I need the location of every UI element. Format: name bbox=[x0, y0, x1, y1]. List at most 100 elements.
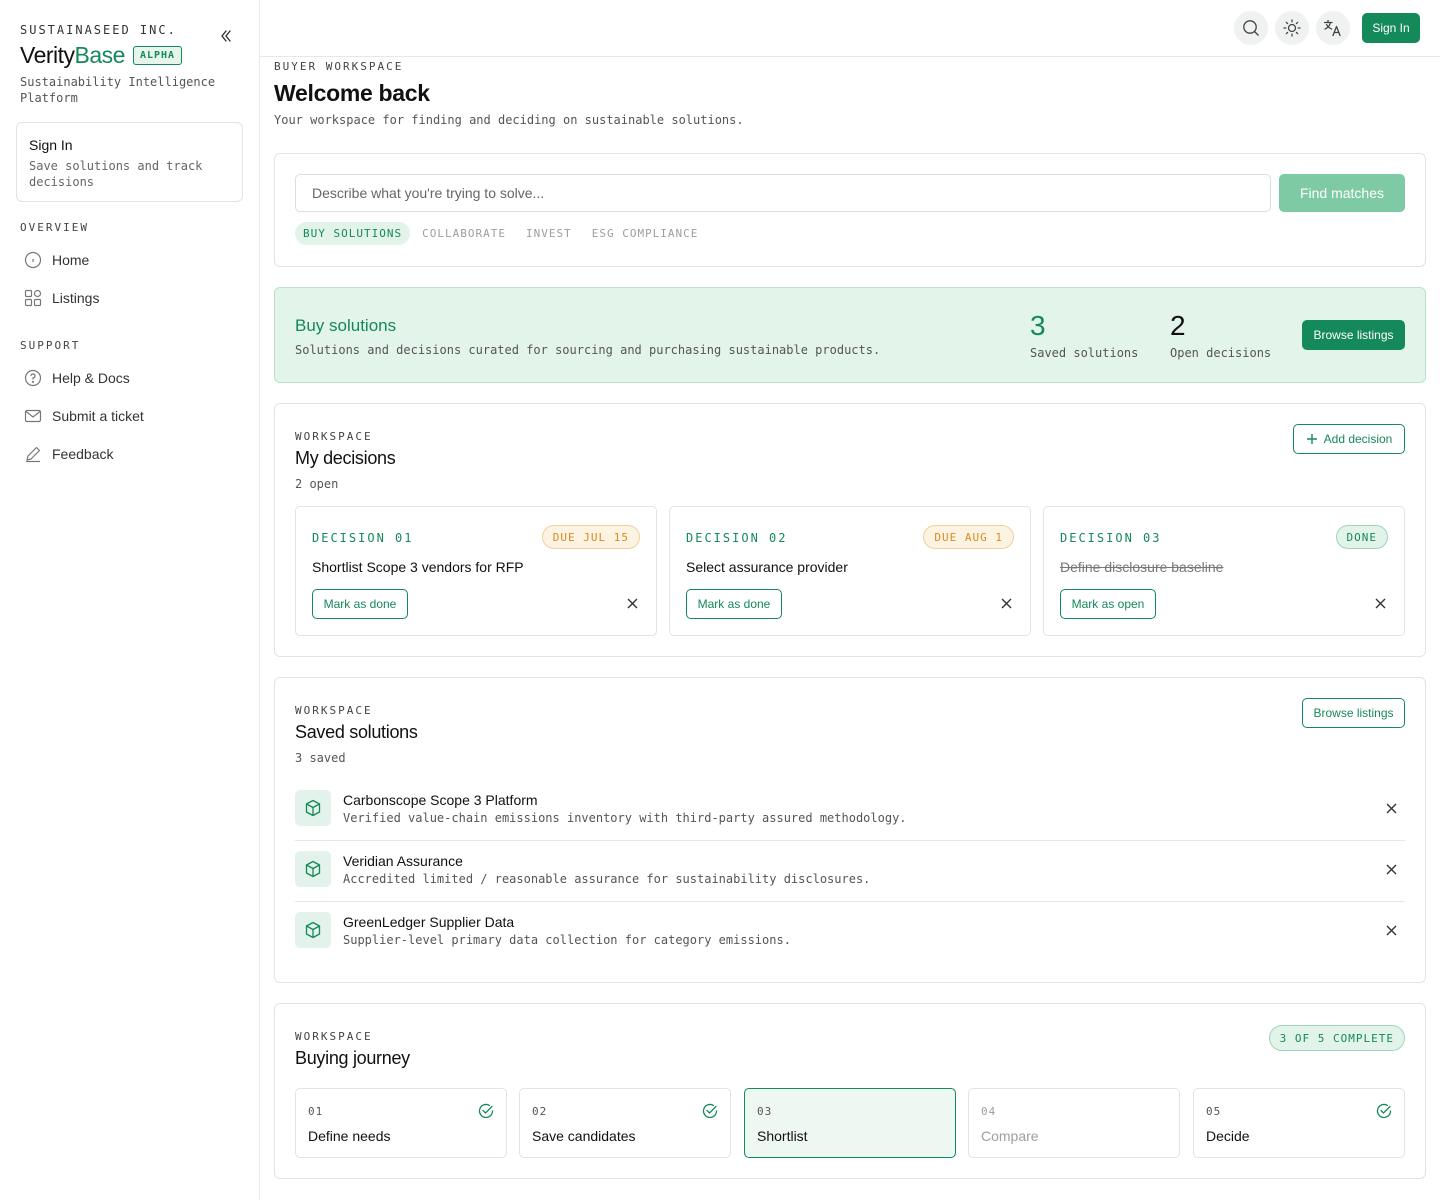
sidebar-item-home[interactable]: Home bbox=[24, 248, 89, 272]
journey-step[interactable]: 05 Decide bbox=[1193, 1088, 1405, 1158]
step-label: Define needs bbox=[308, 1128, 391, 1144]
decisions-card: WORKSPACE My decisions 2 open Add decisi… bbox=[274, 403, 1426, 657]
language-button[interactable] bbox=[1316, 11, 1350, 45]
tab-buy-solutions[interactable]: BUY SOLUTIONS bbox=[295, 222, 411, 245]
theme-toggle-button[interactable] bbox=[1275, 11, 1309, 45]
sidebar-item-label: Submit a ticket bbox=[52, 408, 144, 424]
signin-button[interactable]: Sign In bbox=[1362, 13, 1420, 43]
tab-esg-compliance[interactable]: ESG COMPLIANCE bbox=[584, 222, 707, 245]
step-number: 03 bbox=[757, 1105, 773, 1118]
sidebar-item-help[interactable]: Help & Docs bbox=[24, 366, 130, 390]
step-label: Shortlist bbox=[757, 1128, 808, 1144]
brand-logo: VerityBase bbox=[20, 42, 125, 69]
step-label: Save candidates bbox=[532, 1128, 636, 1144]
remove-decision-button[interactable] bbox=[1372, 595, 1388, 611]
find-matches-button[interactable]: Find matches bbox=[1279, 174, 1405, 212]
page-title: Welcome back bbox=[274, 80, 430, 106]
close-icon bbox=[1001, 598, 1011, 608]
section-title: My decisions bbox=[295, 448, 396, 468]
banner-subtitle: Solutions and decisions curated for sour… bbox=[295, 343, 881, 357]
list-item[interactable]: GreenLedger Supplier Data Supplier-level… bbox=[295, 902, 1405, 963]
list-item[interactable]: Veridian Assurance Accredited limited / … bbox=[295, 841, 1405, 902]
solution-name: Carbonscope Scope 3 Platform bbox=[343, 792, 538, 808]
decisions-count: 2 open bbox=[295, 477, 339, 491]
stat-label: Saved solutions bbox=[1030, 346, 1139, 360]
browse-listings-button[interactable]: Browse listings bbox=[1302, 320, 1405, 350]
remove-decision-button[interactable] bbox=[998, 595, 1014, 611]
signin-card-description: Save solutions and track decisions bbox=[29, 159, 203, 189]
status-badge: DUE AUG 1 bbox=[923, 525, 1014, 549]
browse-listings-button[interactable]: Browse listings bbox=[1302, 698, 1405, 728]
journey-step[interactable]: 04 Compare bbox=[968, 1088, 1180, 1158]
status-badge: DONE bbox=[1335, 525, 1388, 549]
journey-step[interactable]: 01 Define needs bbox=[295, 1088, 507, 1158]
brand-name-part2: Base bbox=[74, 42, 126, 68]
sidebar-item-submit-ticket[interactable]: Submit a ticket bbox=[24, 404, 144, 428]
stat-label: Open decisions bbox=[1170, 346, 1272, 360]
search-button[interactable] bbox=[1234, 11, 1268, 45]
decision-number: DECISION 02 bbox=[686, 531, 788, 545]
brand[interactable]: VerityBase ALPHA bbox=[20, 42, 183, 69]
remove-solution-button[interactable] bbox=[1383, 922, 1399, 938]
step-number: 05 bbox=[1206, 1105, 1222, 1118]
decision-number: DECISION 01 bbox=[312, 531, 414, 545]
list-item[interactable]: Carbonscope Scope 3 Platform Verified va… bbox=[295, 780, 1405, 841]
journey-step[interactable]: 02 Save candidates bbox=[519, 1088, 731, 1158]
solution-name: Veridian Assurance bbox=[343, 853, 463, 869]
add-decision-label: Add decision bbox=[1323, 432, 1393, 446]
step-label: Compare bbox=[981, 1128, 1039, 1144]
plus-icon bbox=[1306, 434, 1317, 444]
section-title: Saved solutions bbox=[295, 722, 418, 742]
close-icon bbox=[627, 598, 637, 608]
remove-solution-button[interactable] bbox=[1383, 861, 1399, 877]
mark-as-open-button[interactable]: Mark as open bbox=[1060, 589, 1156, 619]
help-icon bbox=[24, 369, 42, 387]
close-icon bbox=[1386, 864, 1396, 874]
home-icon bbox=[24, 251, 42, 269]
translate-icon bbox=[1323, 19, 1341, 37]
stat-saved-solutions: 3 Saved solutions bbox=[1030, 310, 1138, 360]
section-eyebrow: WORKSPACE bbox=[295, 704, 373, 717]
sidebar: SUSTAINASEED INC. VerityBase ALPHA Susta… bbox=[0, 0, 260, 1200]
stat-value: 3 bbox=[1030, 310, 1046, 341]
solution-description: Accredited limited / reasonable assuranc… bbox=[343, 872, 871, 886]
tab-invest[interactable]: INVEST bbox=[518, 222, 580, 245]
mark-as-done-button[interactable]: Mark as done bbox=[312, 589, 408, 619]
sidebar-item-listings[interactable]: Listings bbox=[24, 286, 99, 310]
sidebar-item-feedback[interactable]: Feedback bbox=[24, 442, 113, 466]
step-label: Decide bbox=[1206, 1128, 1250, 1144]
decision-number: DECISION 03 bbox=[1060, 531, 1162, 545]
stat-open-decisions: 2 Open decisions bbox=[1170, 310, 1271, 360]
sidebar-signin-card[interactable]: Sign In Save solutions and track decisio… bbox=[16, 122, 243, 202]
mail-icon bbox=[24, 407, 42, 425]
status-badge: DUE JUL 15 bbox=[541, 525, 640, 549]
check-circle-icon bbox=[1376, 1103, 1392, 1119]
section-eyebrow: WORKSPACE bbox=[295, 1030, 373, 1043]
search-input[interactable] bbox=[295, 174, 1271, 212]
brand-tagline: Sustainability Intelligence Platform bbox=[20, 75, 216, 105]
tab-collaborate[interactable]: COLLABORATE bbox=[414, 222, 514, 245]
decision-card: DECISION 01 DUE JUL 15 Shortlist Scope 3… bbox=[295, 506, 657, 636]
remove-solution-button[interactable] bbox=[1383, 800, 1399, 816]
add-decision-button[interactable]: Add decision bbox=[1293, 424, 1405, 454]
close-icon bbox=[1386, 925, 1396, 935]
buying-journey-card: WORKSPACE Buying journey 3 OF 5 COMPLETE… bbox=[274, 1003, 1426, 1179]
journey-step[interactable]: 03 Shortlist bbox=[744, 1088, 956, 1158]
mark-as-done-button[interactable]: Mark as done bbox=[686, 589, 782, 619]
collapse-sidebar-button[interactable] bbox=[216, 26, 236, 46]
page-subtitle: Your workspace for finding and deciding … bbox=[274, 113, 744, 127]
check-circle-icon bbox=[702, 1103, 718, 1119]
section-title: Buying journey bbox=[295, 1048, 410, 1068]
remove-decision-button[interactable] bbox=[624, 595, 640, 611]
sun-icon bbox=[1283, 19, 1301, 37]
journey-progress-badge: 3 OF 5 COMPLETE bbox=[1268, 1025, 1405, 1051]
search-icon bbox=[1243, 20, 1259, 36]
grid-icon bbox=[24, 289, 42, 307]
step-number: 01 bbox=[308, 1105, 324, 1118]
decision-title: Define disclosure baseline bbox=[1060, 559, 1224, 575]
sidebar-item-label: Listings bbox=[52, 290, 100, 306]
sidebar-item-label: Home bbox=[52, 252, 90, 268]
intent-tabs: BUY SOLUTIONS COLLABORATE INVEST ESG COM… bbox=[295, 222, 710, 245]
solution-description: Verified value-chain emissions inventory… bbox=[343, 811, 907, 825]
stat-value: 2 bbox=[1170, 310, 1186, 341]
